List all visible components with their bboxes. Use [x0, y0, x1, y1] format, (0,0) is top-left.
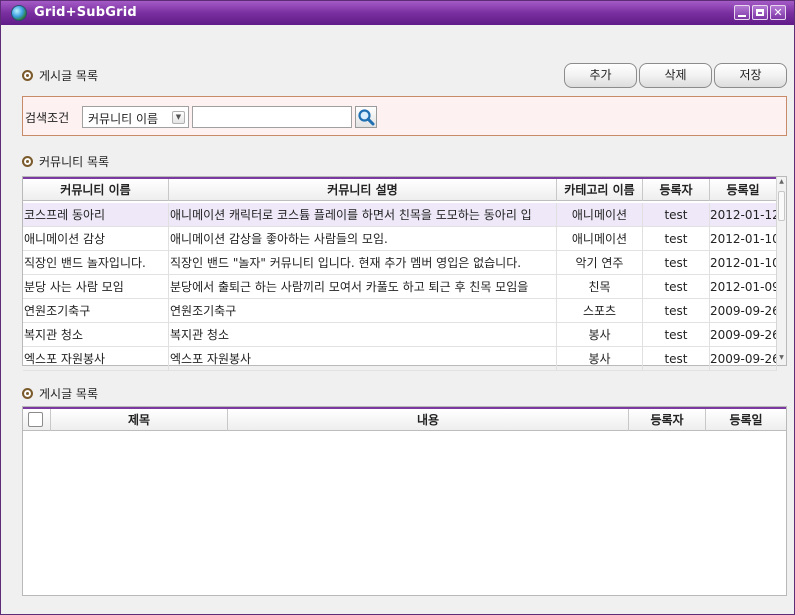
main-window: Grid+SubGrid ✕ 게시글 목록 추가 삭제 저장 검색조건 커뮤니티… — [0, 0, 795, 615]
cell-community-desc[interactable]: 분당에서 출퇴근 하는 사람끼리 모여서 카풀도 하고 퇴근 후 친목 모임을 — [169, 275, 557, 299]
search-button[interactable] — [355, 106, 377, 128]
search-field-select[interactable]: 커뮤니티 이름 ▼ — [82, 106, 189, 128]
search-input[interactable] — [192, 106, 352, 128]
cell-community-desc[interactable]: 애니메이션 감상을 좋아하는 사람들의 모임. — [169, 227, 557, 251]
cell-community-desc[interactable]: 엑스포 자원봉사 — [169, 347, 557, 371]
community-grid[interactable]: 커뮤니티 이름 커뮤니티 설명 카테고리 이름 등록자 등록일 코스프레 동아리… — [22, 176, 787, 371]
bullet-icon — [22, 70, 33, 81]
window-title: Grid+SubGrid — [34, 5, 137, 20]
cell-registrant[interactable]: test — [643, 347, 710, 371]
delete-button[interactable]: 삭제 — [639, 63, 712, 88]
community-grid-scrollbar[interactable]: ▲ ▼ — [776, 177, 786, 365]
cell-community-name[interactable]: 복지관 청소 — [23, 323, 169, 347]
post-list-section-header: 게시글 목록 — [22, 68, 98, 84]
search-field-selected: 커뮤니티 이름 — [88, 112, 159, 126]
add-button[interactable]: 추가 — [564, 63, 637, 88]
cell-community-desc[interactable]: 복지관 청소 — [169, 323, 557, 347]
table-row[interactable]: 코스프레 동아리 애니메이션 캐릭터로 코스튬 플레이를 하면서 친목을 도모하는… — [23, 203, 777, 227]
cell-registrant[interactable]: test — [643, 203, 710, 227]
cell-category[interactable]: 악기 연주 — [557, 251, 643, 275]
table-row[interactable]: 분당 사는 사람 모임 분당에서 출퇴근 하는 사람끼리 모여서 카풀도 하고 퇴… — [23, 275, 777, 299]
chevron-down-icon[interactable]: ▼ — [172, 111, 185, 124]
column-header-post-date[interactable]: 등록일 — [706, 409, 786, 431]
column-header-post-registrant[interactable]: 등록자 — [629, 409, 706, 431]
table-row[interactable]: 애니메이션 감상 애니메이션 감상을 좋아하는 사람들의 모임. 애니메이션 test… — [23, 227, 777, 251]
cell-reg-date[interactable]: 2012-01-10 — [710, 251, 777, 275]
cell-community-desc[interactable]: 직장인 밴드 "놀자" 커뮤니티 입니다. 현재 추가 멤버 영입은 없습니다. — [169, 251, 557, 275]
cell-reg-date[interactable]: 2012-01-10 — [710, 227, 777, 251]
table-row[interactable]: 복지관 청소 복지관 청소 봉사 test 2009-09-26 — [23, 323, 777, 347]
cell-community-desc[interactable]: 애니메이션 캐릭터로 코스튬 플레이를 하면서 친목을 도모하는 동아리 입 — [169, 203, 557, 227]
cell-registrant[interactable]: test — [643, 275, 710, 299]
community-grid-header: 커뮤니티 이름 커뮤니티 설명 카테고리 이름 등록자 등록일 — [23, 177, 777, 201]
maximize-icon — [756, 9, 764, 16]
post-list-title-bottom: 게시글 목록 — [39, 387, 99, 401]
cell-reg-date[interactable]: 2009-09-26 — [710, 299, 777, 323]
table-row[interactable]: 엑스포 자원봉사 엑스포 자원봉사 봉사 test 2009-09-26 — [23, 347, 777, 371]
bullet-icon — [22, 156, 33, 167]
globe-icon — [11, 5, 27, 21]
cell-category[interactable]: 애니메이션 — [557, 203, 643, 227]
bullet-icon — [22, 388, 33, 399]
cell-community-name[interactable]: 분당 사는 사람 모임 — [23, 275, 169, 299]
cell-community-name[interactable]: 엑스포 자원봉사 — [23, 347, 169, 371]
cell-community-name[interactable]: 연원조기축구 — [23, 299, 169, 323]
scroll-up-icon[interactable]: ▲ — [777, 177, 786, 187]
cell-category[interactable]: 친목 — [557, 275, 643, 299]
scrollbar-thumb[interactable] — [778, 191, 785, 221]
cell-category[interactable]: 봉사 — [557, 323, 643, 347]
cell-category[interactable]: 스포츠 — [557, 299, 643, 323]
cell-registrant[interactable]: test — [643, 227, 710, 251]
maximize-button[interactable] — [752, 5, 768, 20]
cell-reg-date[interactable]: 2009-09-26 — [710, 347, 777, 371]
cell-category[interactable]: 봉사 — [557, 347, 643, 371]
column-header-reg-date[interactable]: 등록일 — [710, 179, 777, 201]
cell-community-name[interactable]: 직장인 밴드 놀자입니다. — [23, 251, 169, 275]
search-panel: 검색조건 커뮤니티 이름 ▼ — [22, 96, 787, 136]
select-all-checkbox[interactable] — [28, 412, 43, 427]
column-header-content[interactable]: 내용 — [228, 409, 629, 431]
cell-category[interactable]: 애니메이션 — [557, 227, 643, 251]
search-icon — [358, 109, 375, 126]
column-header-select — [23, 409, 51, 431]
cell-community-name[interactable]: 애니메이션 감상 — [23, 227, 169, 251]
post-list-title-top: 게시글 목록 — [39, 69, 99, 83]
close-button[interactable]: ✕ — [770, 5, 786, 20]
close-icon: ✕ — [773, 6, 783, 19]
table-row[interactable]: 연원조기축구 연원조기축구 스포츠 test 2009-09-26 — [23, 299, 777, 323]
title-bar[interactable]: Grid+SubGrid ✕ — [1, 1, 794, 25]
post-grid-header: 제목 내용 등록자 등록일 — [23, 407, 786, 431]
cell-reg-date[interactable]: 2012-01-09 — [710, 275, 777, 299]
post-list-section-header-bottom: 게시글 목록 — [22, 386, 98, 402]
cell-reg-date[interactable]: 2009-09-26 — [710, 323, 777, 347]
column-header-community-desc[interactable]: 커뮤니티 설명 — [169, 179, 557, 201]
scroll-down-icon[interactable]: ▼ — [777, 353, 786, 363]
post-grid[interactable]: 제목 내용 등록자 등록일 — [22, 406, 787, 596]
minimize-icon — [738, 15, 746, 17]
search-condition-label: 검색조건 — [25, 111, 70, 125]
column-header-community-name[interactable]: 커뮤니티 이름 — [23, 179, 169, 201]
save-button[interactable]: 저장 — [714, 63, 787, 88]
column-header-category[interactable]: 카테고리 이름 — [557, 179, 643, 201]
table-row[interactable]: 직장인 밴드 놀자입니다. 직장인 밴드 "놀자" 커뮤니티 입니다. 현재 추가… — [23, 251, 777, 275]
minimize-button[interactable] — [734, 5, 750, 20]
cell-community-desc[interactable]: 연원조기축구 — [169, 299, 557, 323]
community-list-section-header: 커뮤니티 목록 — [22, 154, 109, 170]
column-header-registrant[interactable]: 등록자 — [643, 179, 710, 201]
cell-registrant[interactable]: test — [643, 323, 710, 347]
cell-reg-date[interactable]: 2012-01-12 — [710, 203, 777, 227]
community-list-title: 커뮤니티 목록 — [39, 155, 110, 169]
cell-registrant[interactable]: test — [643, 251, 710, 275]
cell-community-name[interactable]: 코스프레 동아리 — [23, 203, 169, 227]
column-header-subject[interactable]: 제목 — [51, 409, 228, 431]
cell-registrant[interactable]: test — [643, 299, 710, 323]
